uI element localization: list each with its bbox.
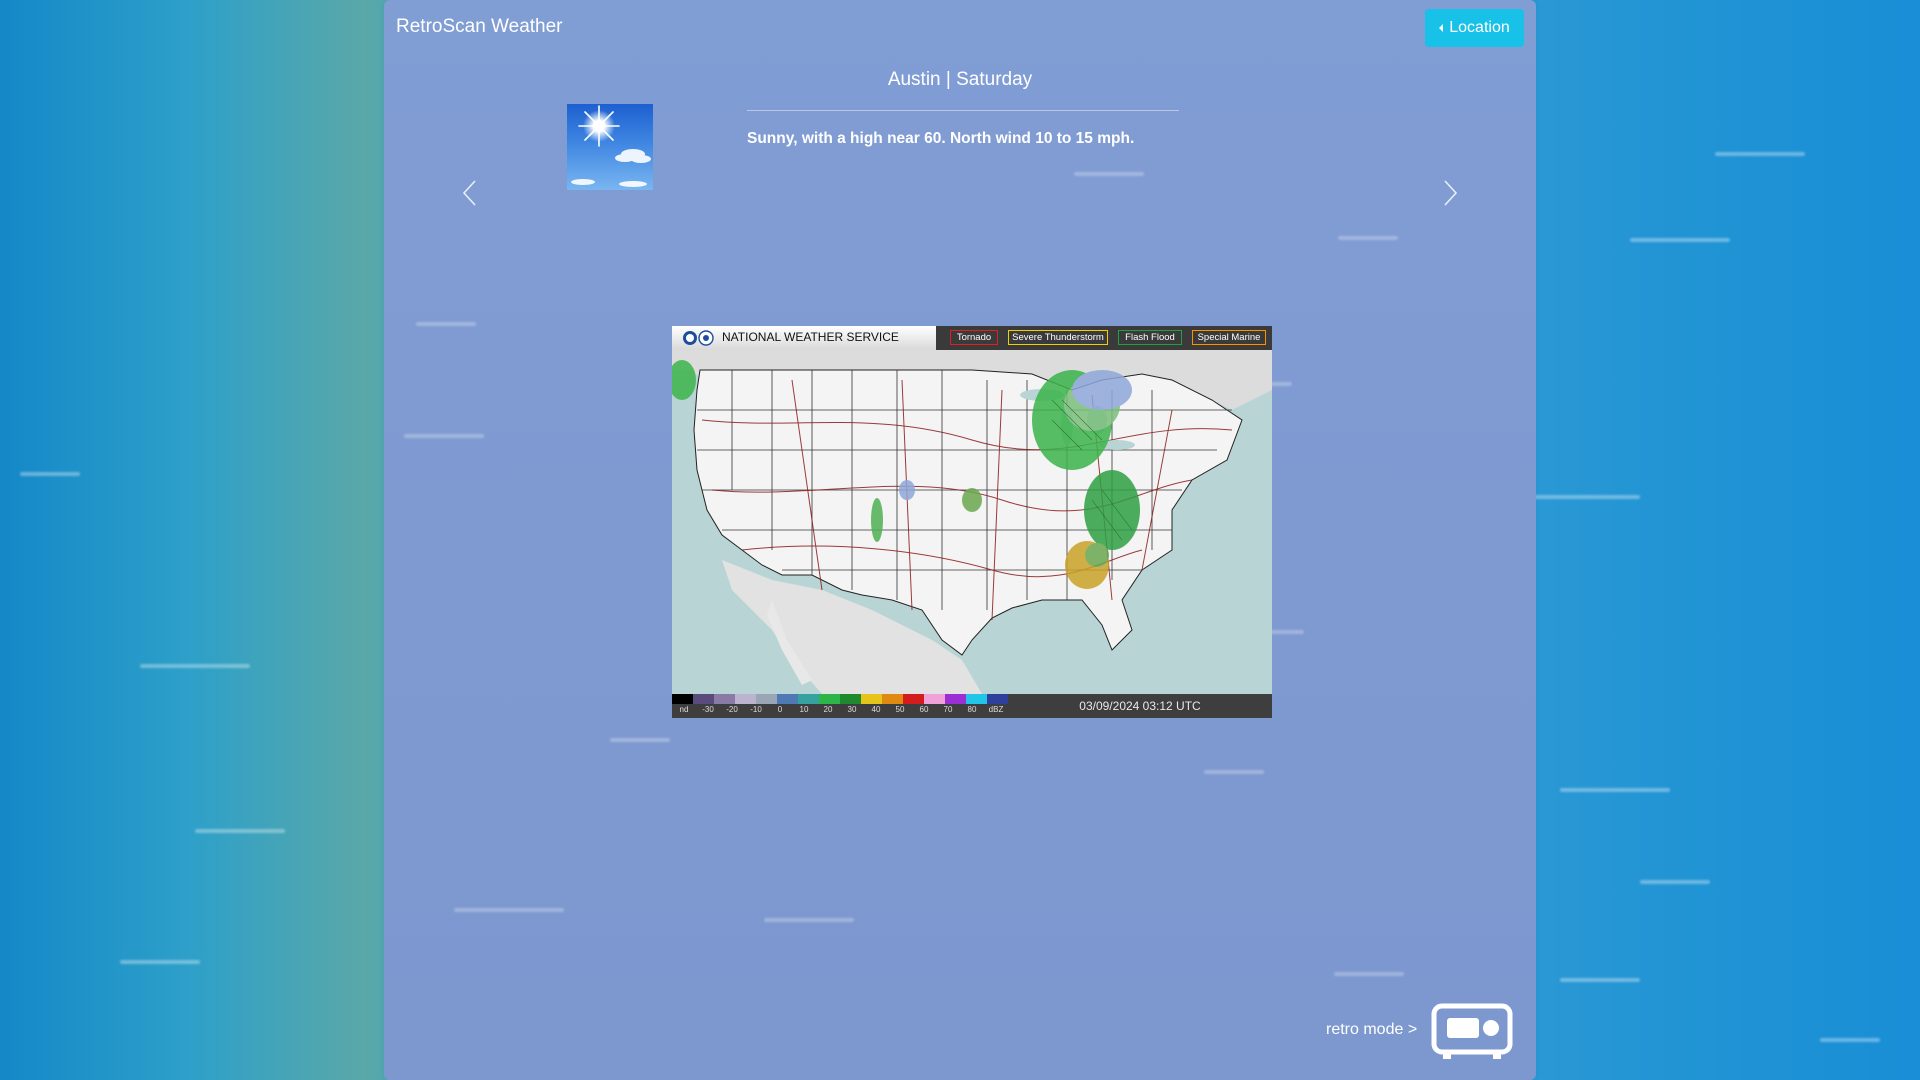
radar-agency: NATIONAL WEATHER SERVICE <box>722 330 899 344</box>
heading-divider <box>747 110 1179 111</box>
alert-special-marine: Special Marine <box>1192 330 1266 345</box>
main-panel: RetroScan Weather Location Austin | Satu… <box>384 0 1536 1080</box>
scale-label: dBZ <box>988 705 1004 714</box>
scale-label: 30 <box>847 705 857 714</box>
radio-icon[interactable] <box>1431 1003 1513 1061</box>
forecast-text: Sunny, with a high near 60. North wind 1… <box>747 130 1135 147</box>
scale-label: -20 <box>726 705 738 714</box>
alert-flash-flood: Flash Flood <box>1118 330 1182 345</box>
scale-label: 20 <box>823 705 833 714</box>
scale-label: 0 <box>777 705 783 714</box>
radar-timestamp: 03/09/2024 03:12 UTC <box>1079 699 1201 713</box>
scale-label: nd <box>679 705 689 714</box>
alert-tornado: Tornado <box>950 330 998 345</box>
us-radar-map <box>672 350 1272 694</box>
location-button[interactable]: Location <box>1425 9 1524 47</box>
app-title: RetroScan Weather <box>396 16 563 37</box>
chevron-right-icon <box>1444 180 1458 206</box>
radar-header: NATIONAL WEATHER SERVICE Tornado Severe … <box>672 326 1272 350</box>
scale-label: 40 <box>871 705 881 714</box>
prev-button[interactable] <box>458 178 482 208</box>
sunny-icon <box>567 104 653 190</box>
scale-label: 50 <box>895 705 905 714</box>
scale-label: -10 <box>750 705 762 714</box>
scale-label: 70 <box>943 705 953 714</box>
alert-legend: Tornado Severe Thunderstorm Flash Flood … <box>936 326 1272 350</box>
radar-footer: nd -30 -20 -10 0 10 20 30 40 50 60 70 80… <box>672 694 1272 718</box>
scale-label: 80 <box>967 705 977 714</box>
chevron-left-icon <box>462 180 476 206</box>
alert-severe-thunderstorm: Severe Thunderstorm <box>1008 330 1108 345</box>
scale-label: 60 <box>919 705 929 714</box>
scale-label: -30 <box>702 705 714 714</box>
radar-map: NATIONAL WEATHER SERVICE Tornado Severe … <box>672 326 1272 718</box>
location-button-label: Location <box>1449 19 1510 36</box>
scale-label: 10 <box>799 705 809 714</box>
dbz-scale <box>672 694 1008 704</box>
next-button[interactable] <box>1438 178 1462 208</box>
noaa-logo-icon <box>683 330 714 346</box>
dbz-scale-labels: nd -30 -20 -10 0 10 20 30 40 50 60 70 80… <box>672 705 1008 717</box>
retro-mode-link[interactable]: retro mode > <box>1326 1021 1417 1039</box>
caret-left-icon <box>1439 24 1444 32</box>
forecast-heading: Austin | Saturday <box>887 69 1033 90</box>
